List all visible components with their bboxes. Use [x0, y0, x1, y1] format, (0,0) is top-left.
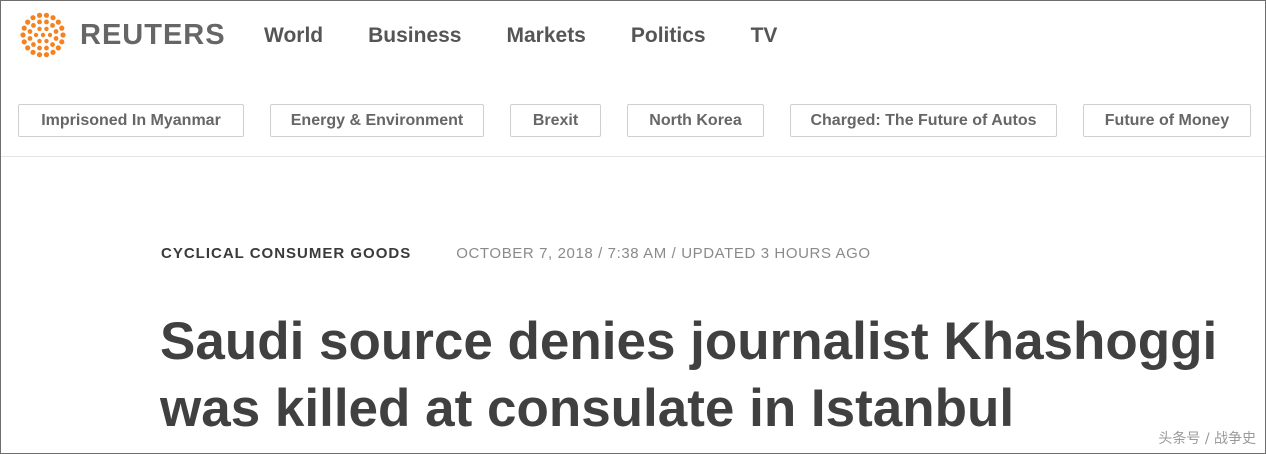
trending-topics-bar: Imprisoned In Myanmar Energy & Environme…: [1, 70, 1265, 157]
article-headline: Saudi source denies journalist Khashoggi…: [160, 312, 1218, 438]
nav-business[interactable]: Business: [368, 23, 461, 49]
main-nav: World Business Markets Politics TV: [264, 23, 822, 49]
logo-text: REUTERS: [80, 18, 226, 51]
top-bar: REUTERS World Business Markets Politics …: [1, 1, 1265, 69]
nav-markets[interactable]: Markets: [506, 23, 585, 49]
topic-imprisoned-in-myanmar[interactable]: Imprisoned In Myanmar: [18, 104, 244, 137]
article-dateline: OCTOBER 7, 2018 / 7:38 AM / UPDATED 3 HO…: [456, 245, 871, 262]
topic-north-korea[interactable]: North Korea: [627, 104, 764, 137]
reuters-dot-logo-icon: [17, 11, 69, 59]
article-meta: CYCLICAL CONSUMER GOODS OCTOBER 7, 2018 …: [161, 245, 871, 262]
reuters-logo[interactable]: REUTERS: [17, 11, 226, 59]
nav-tv[interactable]: TV: [751, 23, 778, 49]
topic-future-of-money[interactable]: Future of Money: [1083, 104, 1251, 137]
nav-politics[interactable]: Politics: [631, 23, 706, 49]
topic-energy-environment[interactable]: Energy & Environment: [270, 104, 484, 137]
nav-world[interactable]: World: [264, 23, 323, 49]
watermark: 头条号 / 战争史: [1158, 431, 1256, 447]
topic-brexit[interactable]: Brexit: [510, 104, 601, 137]
article-category-link[interactable]: CYCLICAL CONSUMER GOODS: [161, 245, 411, 262]
topic-charged-future-of-autos[interactable]: Charged: The Future of Autos: [790, 104, 1057, 137]
